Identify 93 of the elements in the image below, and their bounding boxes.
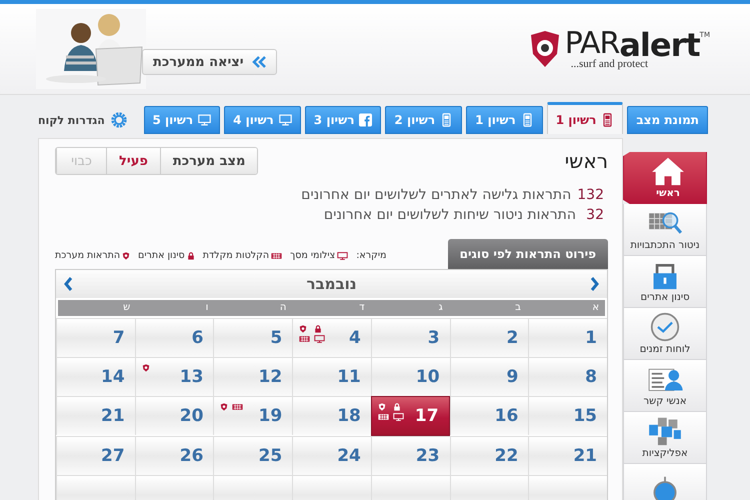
shield-icon — [142, 364, 150, 372]
calendar-day[interactable]: 10 — [370, 357, 450, 396]
keyboard-icon — [299, 335, 310, 343]
shield-icon — [378, 403, 386, 411]
exit-button[interactable]: יציאה ממערכת — [142, 49, 277, 75]
weekday-label: ש — [122, 301, 132, 315]
calendar-day[interactable]: 21 — [56, 396, 135, 435]
summary-text: התראות גלישה לאתרים לשלושים יום אחרונים — [301, 187, 572, 203]
page-title: ראשי — [564, 149, 608, 173]
breakdown-tab[interactable]: פירוט התראות לפי סוגים — [448, 239, 608, 269]
sidebar-item[interactable]: ראשי — [623, 152, 707, 204]
shield-icon — [299, 325, 308, 333]
tab[interactable]: רשיון 5 — [144, 106, 220, 134]
logo-text: PAR — [564, 28, 620, 58]
settings-link[interactable]: הגדרות לקוח — [38, 114, 105, 126]
calendar-day[interactable]: 27 — [56, 436, 135, 475]
monitor-icon — [198, 113, 212, 127]
calendar-day[interactable]: 21 — [528, 436, 607, 475]
tab[interactable]: רשיון 1 — [466, 106, 543, 134]
phone-icon — [520, 113, 534, 127]
facebook-icon — [359, 113, 372, 127]
app-windows-icon — [647, 416, 683, 446]
lock-icon — [392, 403, 401, 411]
legend-title: מיקרא: — [356, 250, 386, 261]
month-title: נובמבר — [306, 275, 357, 293]
keyboard-icon — [378, 413, 389, 421]
keyboard-icon — [232, 403, 244, 411]
status-label: מצב מערכת — [160, 148, 258, 174]
shield-eye-icon — [528, 30, 561, 68]
calendar-day[interactable]: 9 — [450, 357, 528, 396]
weekday-label: ב — [514, 301, 522, 315]
keyboard-icon — [271, 252, 282, 260]
tab[interactable]: רשיון 1 — [546, 102, 624, 134]
lock-icon — [186, 252, 195, 260]
tab[interactable]: רשיון 4 — [224, 106, 301, 134]
calendar-day[interactable]: 15 — [528, 396, 607, 435]
calendar-day[interactable]: 13 — [134, 357, 214, 396]
lock-icon — [314, 325, 322, 333]
tab[interactable]: תמונת מצב — [627, 106, 708, 134]
calendar-day[interactable]: 14 — [56, 357, 135, 396]
legend-label: צילומי מסך — [290, 250, 336, 261]
weekday-label: ג — [438, 301, 444, 315]
tab[interactable]: רשיון 2 — [385, 106, 462, 134]
settings-icon[interactable] — [110, 111, 128, 129]
calendar-day[interactable]: 20 — [134, 396, 214, 435]
calendar-day[interactable]: 7 — [56, 318, 135, 357]
calendar-day[interactable]: 11 — [292, 357, 371, 396]
calendar-day[interactable]: 19 — [213, 396, 292, 435]
calendar-day[interactable]: 18 — [292, 396, 371, 435]
tagline: ...surf and protect — [570, 58, 648, 70]
legend-label: התראות מערכת — [55, 250, 120, 261]
alert-count: 32 — [585, 207, 604, 223]
alert-count: 132 — [577, 187, 604, 203]
calendar-day[interactable]: 16 — [450, 396, 528, 435]
calendar-day[interactable]: 2 — [450, 318, 528, 357]
status-option[interactable]: פעיל — [106, 148, 160, 174]
weekday-label: ו — [204, 301, 210, 315]
tab[interactable]: רשיון 3 — [304, 106, 382, 134]
legend-label: הקלטות מקלדת — [202, 250, 270, 261]
calendar-day[interactable]: 22 — [450, 436, 528, 475]
sidebar-item[interactable]: אנשי קשר — [623, 360, 707, 412]
sidebar-item[interactable]: לוחות זמנים — [623, 308, 707, 360]
phone-icon — [440, 113, 454, 127]
calendar-day[interactable]: 6 — [134, 318, 214, 357]
calendar-day[interactable]: 4 — [292, 318, 371, 357]
home-icon — [650, 156, 686, 186]
sidebar-item[interactable]: סינון אתרים — [623, 256, 707, 308]
calendar-day[interactable]: 17 — [370, 396, 450, 436]
monitor-icon — [278, 113, 292, 127]
shield-icon — [122, 252, 130, 260]
calendar-day[interactable]: 1 — [528, 318, 607, 357]
calendar-day[interactable]: 12 — [213, 357, 292, 396]
calendar-day[interactable]: 3 — [370, 318, 450, 357]
calendar-day[interactable]: 23 — [370, 436, 450, 475]
monitor-icon — [314, 335, 326, 343]
shield-icon — [220, 403, 228, 411]
weekday-label: ד — [358, 301, 366, 315]
calendar-day[interactable]: 8 — [528, 357, 607, 396]
summary-text: התראות ניטור שיחות לשלושים יום אחרונים — [324, 207, 576, 223]
monitor-icon — [392, 413, 404, 421]
monitor-icon — [337, 252, 348, 260]
calendar-day[interactable]: 26 — [134, 436, 214, 475]
calendar-day[interactable]: 25 — [213, 436, 292, 475]
double-chevron-icon — [252, 55, 266, 69]
legend-label: סינון אתרים — [138, 250, 185, 261]
phone-icon — [601, 112, 614, 126]
weekday-label: ה — [278, 301, 288, 315]
calendar-day[interactable]: 5 — [213, 318, 292, 357]
logo-text: alert — [619, 28, 700, 60]
calendar-day[interactable]: 24 — [292, 436, 371, 475]
weekday-label: א — [591, 301, 600, 315]
sidebar-item[interactable]: אפליקציות — [623, 412, 707, 464]
sidebar-item[interactable]: ניטור התכתבויות — [623, 204, 707, 256]
